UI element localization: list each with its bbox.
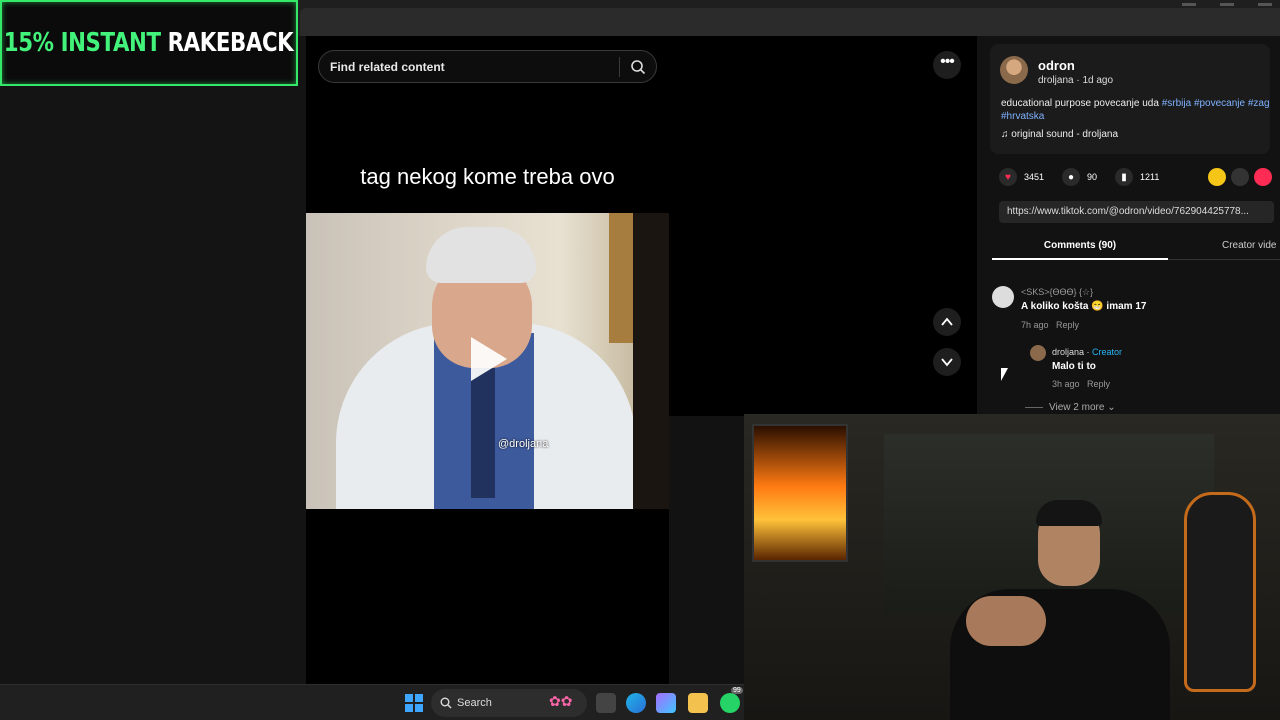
reply-author[interactable]: droljana · Creator	[1052, 347, 1122, 357]
save-stat[interactable]: ▮ 1211	[1115, 168, 1159, 186]
webcam-overlay	[744, 414, 1280, 720]
search-icon[interactable]	[630, 59, 646, 75]
video-player[interactable]: @droljana	[306, 213, 669, 509]
left-sidebar-area	[0, 36, 306, 684]
video-nav-area: •••	[669, 36, 989, 416]
edge-icon[interactable]	[626, 693, 646, 713]
like-stat[interactable]: ♥ 3451	[999, 168, 1044, 186]
heart-icon[interactable]: ♥	[999, 168, 1017, 186]
author-handle-time: droljana · 1d ago	[1038, 75, 1114, 86]
webcam-streamer	[930, 500, 1170, 720]
webcam-fireplace-tv	[752, 424, 848, 562]
hashtag-link[interactable]: #hrvatska	[1001, 111, 1044, 122]
taskbar-search[interactable]: Search ✿✿	[431, 689, 587, 717]
view-more-replies[interactable]: View 2 more ⌄	[1025, 402, 1116, 413]
comment-icon[interactable]: ●	[1062, 168, 1081, 186]
comment-meta: 7h ago Reply	[1021, 320, 1079, 330]
webcam-gaming-chair	[1184, 492, 1256, 692]
chevron-down-icon	[941, 358, 953, 367]
comment-text: A koliko košta 😁 imam 17	[1021, 301, 1147, 312]
next-video-button[interactable]	[933, 348, 961, 376]
hashtag-link[interactable]: #povecanje	[1194, 98, 1245, 109]
windows-taskbar: Search ✿✿ 99	[0, 684, 744, 720]
author-avatar[interactable]	[1000, 56, 1028, 84]
share-yellow-icon[interactable]	[1208, 168, 1226, 186]
task-view-icon[interactable]	[596, 693, 616, 713]
banner-text: 15% INSTANT RAKEBACK	[4, 28, 294, 58]
folder-icon[interactable]	[688, 693, 708, 713]
tab-creator-videos[interactable]: Creator vide	[1222, 240, 1276, 251]
like-count: 3451	[1024, 172, 1045, 182]
rakeback-banner: 15% INSTANT RAKEBACK	[0, 0, 298, 86]
play-icon[interactable]	[471, 337, 507, 381]
tulip-icon: ✿✿	[549, 693, 573, 709]
chevron-down-icon: ⌄	[1107, 402, 1116, 413]
video-url-field[interactable]: https://www.tiktok.com/@odron/video/7629…	[999, 201, 1274, 223]
sound-link[interactable]: ♫ original sound - droljana	[1001, 129, 1118, 140]
window-controls[interactable]	[1182, 0, 1272, 10]
taskbar-search-label: Search	[457, 697, 492, 709]
copilot-icon[interactable]	[656, 693, 676, 713]
view-more-label: View 2 more	[1049, 402, 1105, 413]
author-card: odron droljana · 1d ago educational purp…	[990, 44, 1270, 154]
hashtag-link[interactable]: #zag	[1248, 98, 1270, 109]
hashtag-link[interactable]: #srbija	[1162, 98, 1191, 109]
music-note-icon: ♫	[1001, 129, 1009, 140]
search-divider	[619, 57, 620, 77]
tab-comments[interactable]: Comments (90)	[992, 240, 1168, 251]
bookmark-icon[interactable]: ▮	[1115, 168, 1134, 186]
search-placeholder: Find related content	[330, 60, 445, 74]
reply-button[interactable]: Reply	[1056, 320, 1079, 330]
description-text: educational purpose povecanje uda	[1001, 98, 1159, 109]
video-description: educational purpose povecanje uda #srbij…	[1001, 97, 1280, 123]
address-bar-area[interactable]	[300, 8, 1280, 36]
creator-avatar[interactable]	[1030, 345, 1046, 361]
mouse-cursor	[1001, 368, 1008, 381]
video-caption: tag nekog kome treba ovo	[360, 164, 615, 189]
embed-icon[interactable]	[1231, 168, 1249, 186]
comment-time: 7h ago	[1021, 320, 1049, 330]
chevron-up-icon	[941, 317, 953, 326]
active-tab-indicator	[992, 258, 1168, 260]
details-tabs: Comments (90) Creator vide	[992, 236, 1280, 260]
reply-button[interactable]: Reply	[1087, 379, 1110, 389]
engagement-stats: ♥ 3451 ● 90 ▮ 1211	[999, 168, 1159, 186]
save-count: 1211	[1140, 172, 1160, 182]
video-edge	[633, 213, 669, 509]
search-icon	[440, 697, 452, 709]
reply-time: 3h ago	[1052, 379, 1080, 389]
share-icons	[1208, 168, 1272, 186]
reply-author-name: droljana	[1052, 347, 1085, 357]
more-options-button[interactable]: •••	[933, 51, 961, 79]
author-name[interactable]: odron	[1038, 58, 1075, 73]
reply-text: Malo ti to	[1052, 361, 1096, 372]
streamer-hair	[1036, 500, 1102, 526]
previous-video-button[interactable]	[933, 308, 961, 336]
windows-start-icon[interactable]	[405, 694, 423, 712]
divider-line	[1025, 406, 1043, 408]
comment-stat[interactable]: ● 90	[1062, 168, 1097, 186]
reply-meta: 3h ago Reply	[1052, 379, 1110, 389]
video-details-panel: odron droljana · 1d ago educational purp…	[977, 36, 1280, 416]
commenter-avatar[interactable]	[992, 286, 1014, 308]
send-icon[interactable]	[1254, 168, 1272, 186]
banner-text-white: RAKEBACK	[168, 28, 294, 58]
banner-text-accent: 15% INSTANT	[4, 28, 169, 58]
comment-count: 90	[1087, 172, 1098, 182]
commenter-name[interactable]: <SKS>{ϴϴϴ} {☆}	[1021, 287, 1093, 298]
video-subject-hair	[426, 227, 536, 283]
related-search-box[interactable]: Find related content	[318, 50, 657, 83]
video-watermark: @droljana	[498, 438, 549, 450]
whatsapp-icon[interactable]: 99	[720, 687, 743, 713]
notification-badge: 99	[731, 687, 743, 694]
streamer-hand	[966, 596, 1046, 646]
sound-label: original sound - droljana	[1011, 129, 1119, 140]
video-column: Find related content tag nekog kome treb…	[306, 36, 669, 684]
creator-badge: Creator	[1092, 347, 1123, 357]
